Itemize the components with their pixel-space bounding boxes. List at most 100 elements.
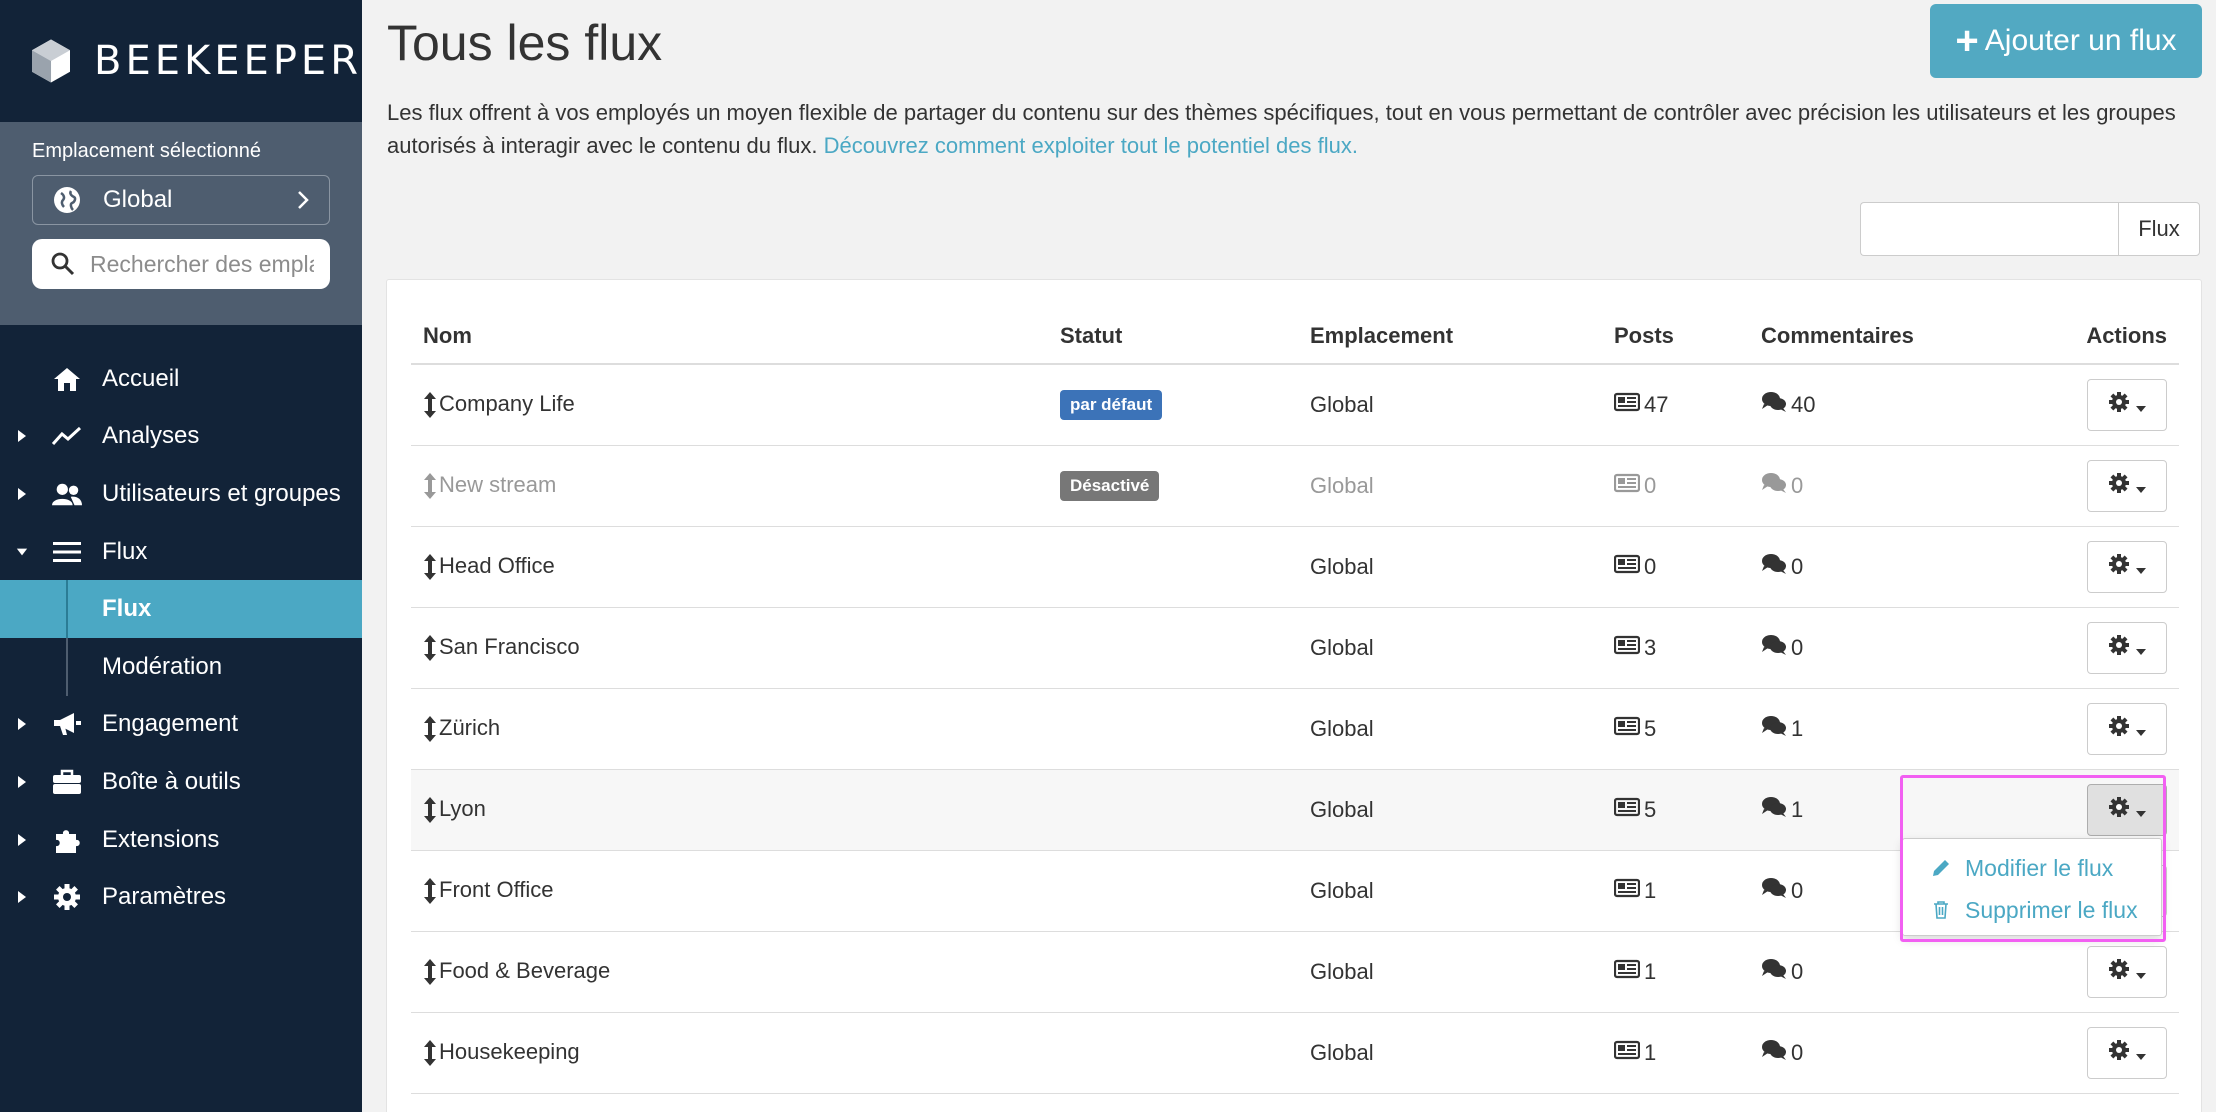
actions-button[interactable] bbox=[2087, 540, 2167, 593]
flux-name-cell[interactable]: Zürich bbox=[411, 688, 1048, 770]
status-cell: par défaut bbox=[1048, 364, 1298, 446]
location-cell: Global bbox=[1298, 526, 1602, 608]
comments-count: 0 bbox=[1791, 1039, 1804, 1065]
drag-handle-icon[interactable] bbox=[423, 553, 439, 581]
actions-cell bbox=[2049, 607, 2179, 689]
nav-sub-moderation[interactable]: Modération bbox=[0, 637, 362, 696]
nav-sub-indicator bbox=[66, 580, 68, 638]
plus-icon: + bbox=[1955, 19, 1979, 63]
edit-flux-menu-item[interactable]: Modifier le flux bbox=[1903, 847, 2161, 889]
drag-handle-icon[interactable] bbox=[423, 796, 439, 824]
flux-name-cell[interactable]: Housekeeping bbox=[411, 1012, 1048, 1094]
nav-label-toolbox: Boîte à outils bbox=[102, 767, 241, 795]
caret-down-icon bbox=[2136, 716, 2146, 742]
caret-right-icon bbox=[18, 775, 26, 788]
flux-name: Housekeeping bbox=[439, 1038, 580, 1064]
posts-cell: 1 bbox=[1602, 931, 1749, 1013]
posts-count: 1 bbox=[1644, 958, 1657, 984]
nav-item-toolbox[interactable]: Boîte à outils bbox=[0, 753, 362, 811]
nav-sub-label-moderation: Modération bbox=[102, 652, 223, 680]
location-search[interactable] bbox=[32, 239, 330, 289]
actions-button[interactable] bbox=[2087, 621, 2167, 674]
status-cell bbox=[1048, 688, 1298, 770]
posts-cell: 5 bbox=[1602, 688, 1749, 770]
posts-count: 5 bbox=[1644, 715, 1657, 741]
flux-name-cell[interactable]: Food & Beverage bbox=[411, 931, 1048, 1013]
actions-button[interactable] bbox=[2087, 459, 2167, 512]
flux-name: New stream bbox=[439, 471, 557, 497]
table-row: New stream Désactivé Global 0 0 bbox=[411, 445, 2179, 527]
intro-link[interactable]: Découvrez comment exploiter tout le pote… bbox=[824, 133, 1358, 158]
nav-item-home[interactable]: Accueil bbox=[0, 350, 362, 408]
caret-down-icon bbox=[16, 548, 28, 556]
header-location: Emplacement bbox=[1298, 308, 1602, 365]
flux-name-cell[interactable]: Front Office bbox=[411, 850, 1048, 932]
actions-button[interactable] bbox=[2087, 378, 2167, 431]
caret-right-icon bbox=[18, 718, 26, 731]
comments-count: 1 bbox=[1791, 715, 1804, 741]
actions-button[interactable] bbox=[2087, 783, 2167, 836]
actions-button[interactable] bbox=[2087, 702, 2167, 755]
drag-handle-icon[interactable] bbox=[423, 391, 439, 419]
caret-down-icon bbox=[2136, 1040, 2146, 1066]
drag-handle-icon[interactable] bbox=[423, 634, 439, 662]
delete-flux-menu-item[interactable]: Supprimer le flux bbox=[1903, 889, 2161, 931]
drag-handle-icon[interactable] bbox=[423, 715, 439, 743]
drag-handle-icon[interactable] bbox=[423, 1039, 439, 1067]
header-comments: Commentaires bbox=[1749, 308, 2049, 365]
delete-flux-label: Supprimer le flux bbox=[1965, 896, 2138, 923]
flux-filter-addon: Flux bbox=[2118, 202, 2200, 256]
drag-handle-icon[interactable] bbox=[423, 472, 439, 500]
newspaper-icon bbox=[1613, 715, 1641, 743]
flux-name-cell[interactable]: Head Office bbox=[411, 526, 1048, 608]
nav-item-flux[interactable]: Flux bbox=[0, 523, 362, 581]
nav-label-settings: Paramètres bbox=[102, 883, 227, 911]
location-cell: Global bbox=[1298, 931, 1602, 1013]
toolbox-icon bbox=[52, 767, 82, 797]
caret-down-icon bbox=[2136, 554, 2146, 580]
nav-item-users[interactable]: Utilisateurs et groupes bbox=[0, 465, 362, 523]
add-flux-button[interactable]: + Ajouter un flux bbox=[1930, 4, 2202, 78]
flux-name-cell[interactable]: Company Life bbox=[411, 364, 1048, 446]
drag-handle-icon[interactable] bbox=[423, 958, 439, 986]
newspaper-icon bbox=[1613, 958, 1641, 986]
users-icon bbox=[52, 479, 82, 509]
newspaper-icon bbox=[1613, 391, 1641, 419]
status-badge: Désactivé bbox=[1060, 470, 1160, 501]
nav-sub-label-flux: Flux bbox=[102, 595, 152, 623]
nav-sub-flux[interactable]: Flux bbox=[0, 580, 362, 638]
flux-name: Head Office bbox=[439, 552, 555, 578]
location-selected: Global bbox=[103, 186, 173, 213]
home-icon bbox=[52, 364, 82, 394]
location-search-input[interactable] bbox=[90, 250, 314, 278]
comments-cell: 0 bbox=[1749, 445, 2049, 527]
flux-filter-input[interactable] bbox=[1860, 202, 2118, 256]
nav-item-extensions[interactable]: Extensions bbox=[0, 811, 362, 869]
flux-name: San Francisco bbox=[439, 633, 580, 659]
comments-icon bbox=[1761, 634, 1787, 662]
location-selector[interactable]: Global bbox=[32, 175, 330, 225]
flux-name-cell[interactable]: San Francisco bbox=[411, 607, 1048, 689]
flux-name-cell[interactable]: Lyon bbox=[411, 769, 1048, 851]
globe-icon bbox=[54, 187, 80, 213]
table-row: Company Life par défaut Global 47 40 bbox=[411, 364, 2179, 446]
actions-button[interactable] bbox=[2087, 1026, 2167, 1079]
table-row: San Francisco Global 3 0 bbox=[411, 607, 2179, 689]
flux-name-cell[interactable]: New stream bbox=[411, 445, 1048, 527]
nav-item-engagement[interactable]: Engagement bbox=[0, 696, 362, 754]
header-name[interactable]: Nom bbox=[411, 308, 1048, 365]
nav-label-extensions: Extensions bbox=[102, 825, 220, 853]
location-cell: Global bbox=[1298, 688, 1602, 770]
posts-cell: 0 bbox=[1602, 526, 1749, 608]
gear-icon bbox=[2108, 472, 2130, 500]
gear-icon bbox=[2108, 1039, 2130, 1067]
beekeeper-logo-icon bbox=[32, 39, 71, 83]
drag-handle-icon[interactable] bbox=[423, 877, 439, 905]
actions-cell bbox=[2049, 688, 2179, 770]
nav-item-settings[interactable]: Paramètres bbox=[0, 868, 362, 926]
comments-icon bbox=[1761, 391, 1787, 419]
brand[interactable]: BEEKEEPER bbox=[0, 0, 362, 122]
nav-item-analytics[interactable]: Analyses bbox=[0, 408, 362, 466]
comments-cell: 1 bbox=[1749, 688, 2049, 770]
actions-button[interactable] bbox=[2087, 945, 2167, 998]
